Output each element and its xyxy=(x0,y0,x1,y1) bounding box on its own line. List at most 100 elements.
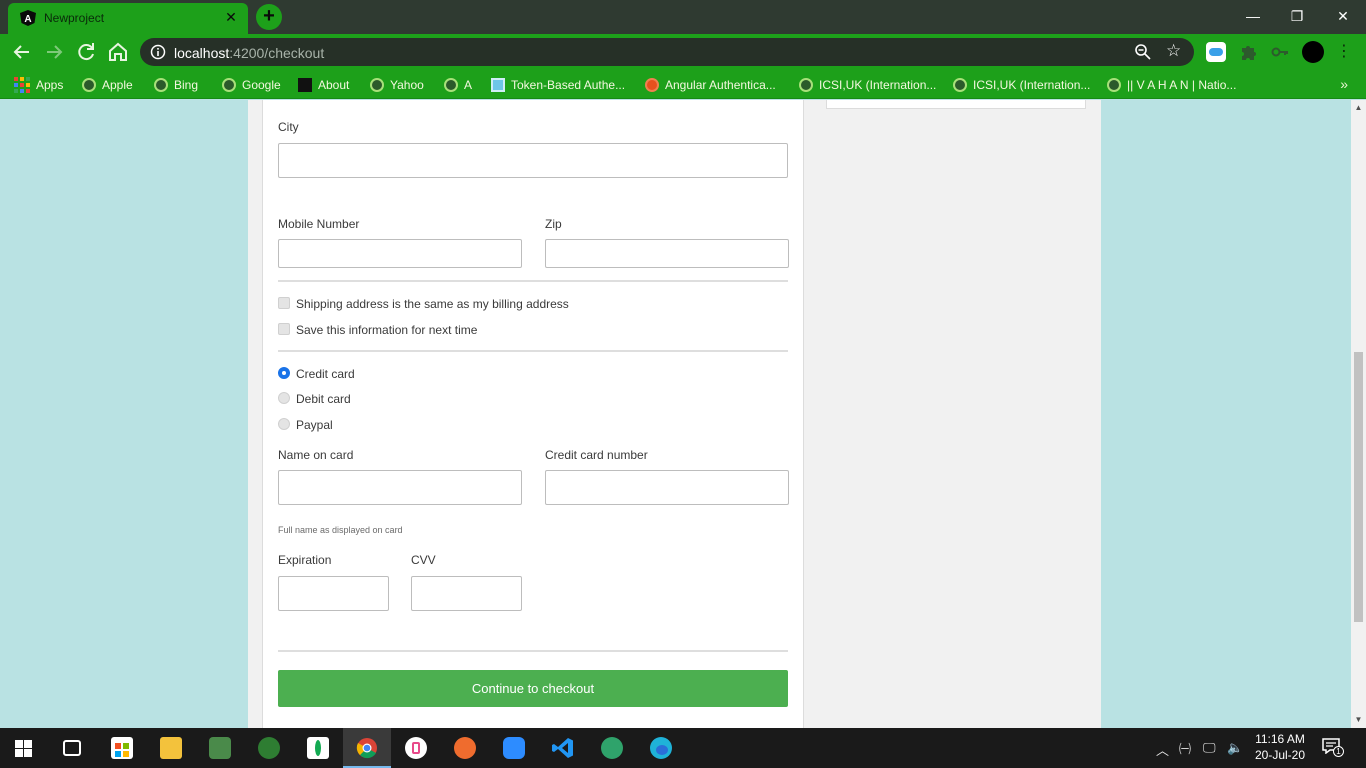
bookmark-about[interactable]: About xyxy=(298,76,349,94)
name-on-card-input[interactable] xyxy=(278,470,522,505)
divider xyxy=(278,280,788,282)
bookmark-label: A xyxy=(464,78,473,92)
globe-icon xyxy=(370,78,384,92)
bookmark-label: || V A H A N | Natio... xyxy=(1127,78,1237,92)
bookmark-label: Yahoo xyxy=(390,78,424,92)
vscode-icon xyxy=(552,738,573,758)
postman-icon xyxy=(454,737,476,759)
tab-close-icon[interactable]: ✕ xyxy=(222,8,240,26)
globe-icon xyxy=(154,78,168,92)
taskbar-file-explorer[interactable] xyxy=(147,728,195,768)
cloud-extension-icon[interactable] xyxy=(1206,42,1226,62)
taskbar-chrome[interactable] xyxy=(343,728,391,768)
address-bar[interactable]: localhost:4200/checkout ☆ xyxy=(140,38,1194,66)
bookmark-vahan[interactable]: || V A H A N | Natio... xyxy=(1107,76,1236,94)
cube-icon xyxy=(491,78,505,92)
paypal-label: Paypal xyxy=(296,418,333,432)
cvv-input[interactable] xyxy=(411,576,522,611)
taskbar-zoom[interactable] xyxy=(490,728,538,768)
svg-text:A: A xyxy=(24,14,31,25)
bookmark-icsi-1[interactable]: ICSI,UK (Internation... xyxy=(799,76,936,94)
folder-icon xyxy=(160,737,182,759)
task-view-button[interactable] xyxy=(48,728,96,768)
city-input[interactable] xyxy=(278,143,788,178)
divider xyxy=(278,350,788,352)
scroll-up-arrow-icon[interactable]: ▲ xyxy=(1351,100,1366,116)
action-center-button[interactable]: 1 xyxy=(1322,738,1344,758)
taskbar-maps-app[interactable] xyxy=(588,728,636,768)
restore-button[interactable]: ❐ xyxy=(1274,4,1320,28)
language-input-icon[interactable]: ㈠ xyxy=(1179,740,1191,757)
forward-arrow-icon[interactable] xyxy=(42,40,66,64)
notification-count: 1 xyxy=(1333,746,1344,757)
volume-icon[interactable]: 🔈 xyxy=(1227,740,1243,756)
more-bookmarks-chevron-icon[interactable]: » xyxy=(1340,76,1348,92)
debit-card-radio[interactable] xyxy=(278,392,290,404)
show-hidden-icons-chevron-icon[interactable]: ︿ xyxy=(1156,740,1169,759)
scrollbar-thumb[interactable] xyxy=(1354,352,1363,622)
system-clock[interactable]: 11:16 AM 20-Jul-20 xyxy=(1248,731,1312,763)
site-info-icon[interactable] xyxy=(150,44,166,60)
globe-icon xyxy=(799,78,813,92)
zip-input[interactable] xyxy=(545,239,789,268)
bookmark-bing[interactable]: Bing xyxy=(154,76,198,94)
browser-menu-icon[interactable]: ⋮ xyxy=(1336,42,1352,62)
taskbar-mongodb[interactable] xyxy=(294,728,342,768)
bookmark-apple[interactable]: Apple xyxy=(82,76,133,94)
taskbar-postman[interactable] xyxy=(441,728,489,768)
save-info-checkbox[interactable] xyxy=(278,323,290,335)
angular-favicon-icon: A xyxy=(20,10,36,26)
globe-icon xyxy=(222,78,236,92)
same-address-checkbox[interactable] xyxy=(278,297,290,309)
mobile-number-input[interactable] xyxy=(278,239,522,268)
extensions-puzzle-icon[interactable] xyxy=(1238,42,1258,62)
back-arrow-icon[interactable] xyxy=(10,40,34,64)
profile-avatar[interactable] xyxy=(1302,41,1324,63)
taskbar-vscode[interactable] xyxy=(539,728,587,768)
name-on-card-help: Full name as displayed on card xyxy=(278,525,403,535)
debit-card-label: Debit card xyxy=(296,392,351,406)
new-tab-button[interactable]: + xyxy=(256,4,282,30)
zoom-icon[interactable] xyxy=(1134,43,1152,61)
credit-card-radio[interactable] xyxy=(278,367,290,379)
reload-icon[interactable] xyxy=(74,40,98,64)
bookmark-google[interactable]: Google xyxy=(222,76,281,94)
cart-summary-panel xyxy=(826,100,1086,109)
start-button[interactable] xyxy=(0,728,48,768)
mongodb-leaf-icon xyxy=(307,737,329,759)
bookmark-label: ICSI,UK (Internation... xyxy=(819,78,937,92)
shield-star-icon xyxy=(645,78,659,92)
taskbar-edge[interactable] xyxy=(637,728,685,768)
key-icon[interactable] xyxy=(1270,42,1290,62)
angular-icon xyxy=(298,78,312,92)
minimize-button[interactable]: — xyxy=(1230,4,1276,28)
bookmark-apps[interactable]: Apps xyxy=(14,76,63,94)
bookmark-a[interactable]: A xyxy=(444,76,472,94)
taskbar-rocket-app[interactable] xyxy=(245,728,293,768)
edge-icon xyxy=(650,737,672,759)
tab-title: Newproject xyxy=(44,11,105,25)
taskbar-store[interactable] xyxy=(98,728,146,768)
bookmark-yahoo[interactable]: Yahoo xyxy=(370,76,424,94)
store-icon xyxy=(111,737,133,759)
browser-tab[interactable]: A Newproject ✕ xyxy=(8,3,248,34)
bookmark-icsi-2[interactable]: ICSI,UK (Internation... xyxy=(953,76,1090,94)
bookmark-star-icon[interactable]: ☆ xyxy=(1166,42,1184,60)
bookmark-token-auth[interactable]: Token-Based Authe... xyxy=(491,76,625,94)
scroll-down-arrow-icon[interactable]: ▼ xyxy=(1351,712,1366,728)
clock-date: 20-Jul-20 xyxy=(1254,748,1306,762)
page-scrollbar[interactable]: ▲ ▼ xyxy=(1351,100,1366,728)
continue-to-checkout-button[interactable]: Continue to checkout xyxy=(278,670,788,707)
taskbar-whatsapp[interactable] xyxy=(196,728,244,768)
card-number-input[interactable] xyxy=(545,470,789,505)
taskbar-itunes[interactable] xyxy=(392,728,440,768)
checkout-container: City Mobile Number Zip Shipping address … xyxy=(248,100,1101,728)
expiration-input[interactable] xyxy=(278,576,389,611)
windows-logo-icon xyxy=(15,740,32,757)
bookmark-angular-auth[interactable]: Angular Authentica... xyxy=(645,76,776,94)
save-info-label: Save this information for next time xyxy=(296,323,478,337)
network-icon[interactable]: 🖵 xyxy=(1203,740,1216,756)
close-window-button[interactable]: ✕ xyxy=(1320,4,1366,28)
paypal-radio[interactable] xyxy=(278,418,290,430)
home-icon[interactable] xyxy=(106,40,130,64)
